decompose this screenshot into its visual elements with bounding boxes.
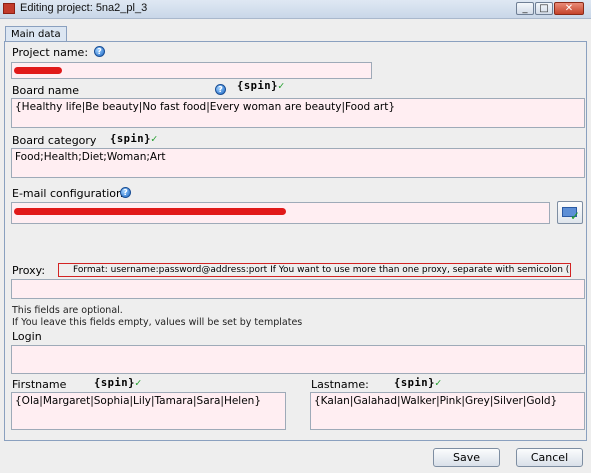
proxy-label: Proxy: <box>12 264 46 277</box>
lastname-label: Lastname: <box>311 378 369 391</box>
board-name-help-icon[interactable]: ? <box>215 84 226 95</box>
login-input[interactable] <box>11 345 585 374</box>
spin-tag-text: {spin} <box>237 80 278 92</box>
spin-tag-text: {spin} <box>394 377 435 389</box>
redaction-mark <box>14 67 62 74</box>
title-bar: Editing project: 5na2_pl_3 _ □ ✕ <box>0 0 591 19</box>
board-name-input[interactable]: {Healthy life|Be beauty|No fast food|Eve… <box>11 98 585 128</box>
spin-check-icon: ✓ <box>150 133 158 145</box>
app-icon <box>3 3 15 14</box>
firstname-input[interactable]: {Ola|Margaret|Sophia|Lily|Tamara|Sara|He… <box>11 392 286 430</box>
tab-main-data[interactable]: Main data <box>5 26 67 42</box>
proxy-input[interactable] <box>11 279 585 299</box>
proxy-format-hint: Format: username:password@address:port I… <box>58 263 571 277</box>
maximize-button[interactable]: □ <box>535 2 553 15</box>
optional-note-line1: This fields are optional. <box>12 305 123 316</box>
project-name-input[interactable] <box>11 62 372 79</box>
email-configuration-help-icon[interactable]: ? <box>120 187 131 198</box>
spin-tag-text: {spin} <box>110 133 151 145</box>
spin-check-icon: ✓ <box>434 377 442 389</box>
minimize-button[interactable]: _ <box>516 2 534 15</box>
lastname-spin-tag: {spin}✓ <box>394 377 442 389</box>
window-title: Editing project: 5na2_pl_3 <box>20 2 148 14</box>
board-category-label: Board category <box>12 134 97 147</box>
spin-check-icon: ✓ <box>277 80 285 92</box>
spin-check-icon: ✓ <box>134 377 142 389</box>
save-button[interactable]: Save <box>433 448 500 467</box>
email-configuration-label: E-mail configuration: <box>12 187 127 200</box>
spin-tag-text: {spin} <box>94 377 135 389</box>
board-name-spin-tag: {spin}✓ <box>237 80 285 92</box>
project-name-label: Project name: <box>12 46 89 59</box>
board-category-input[interactable]: Food;Health;Diet;Woman;Art <box>11 148 585 178</box>
board-category-spin-tag: {spin}✓ <box>110 133 158 145</box>
redaction-mark <box>14 208 286 215</box>
lastname-input[interactable]: {Kalan|Galahad|Walker|Pink|Grey|Silver|G… <box>310 392 585 430</box>
login-label: Login <box>12 330 42 343</box>
project-name-help-icon[interactable]: ? <box>94 46 105 57</box>
firstname-spin-tag: {spin}✓ <box>94 377 142 389</box>
cancel-button[interactable]: Cancel <box>516 448 583 467</box>
email-check-button[interactable]: ✓ <box>557 201 583 224</box>
firstname-label: Firstname <box>12 378 67 391</box>
board-name-label: Board name <box>12 84 80 97</box>
close-button[interactable]: ✕ <box>554 2 584 15</box>
email-check-icon: ✓ <box>570 209 581 223</box>
optional-note-line2: If You leave this fields empty, values w… <box>12 317 303 328</box>
